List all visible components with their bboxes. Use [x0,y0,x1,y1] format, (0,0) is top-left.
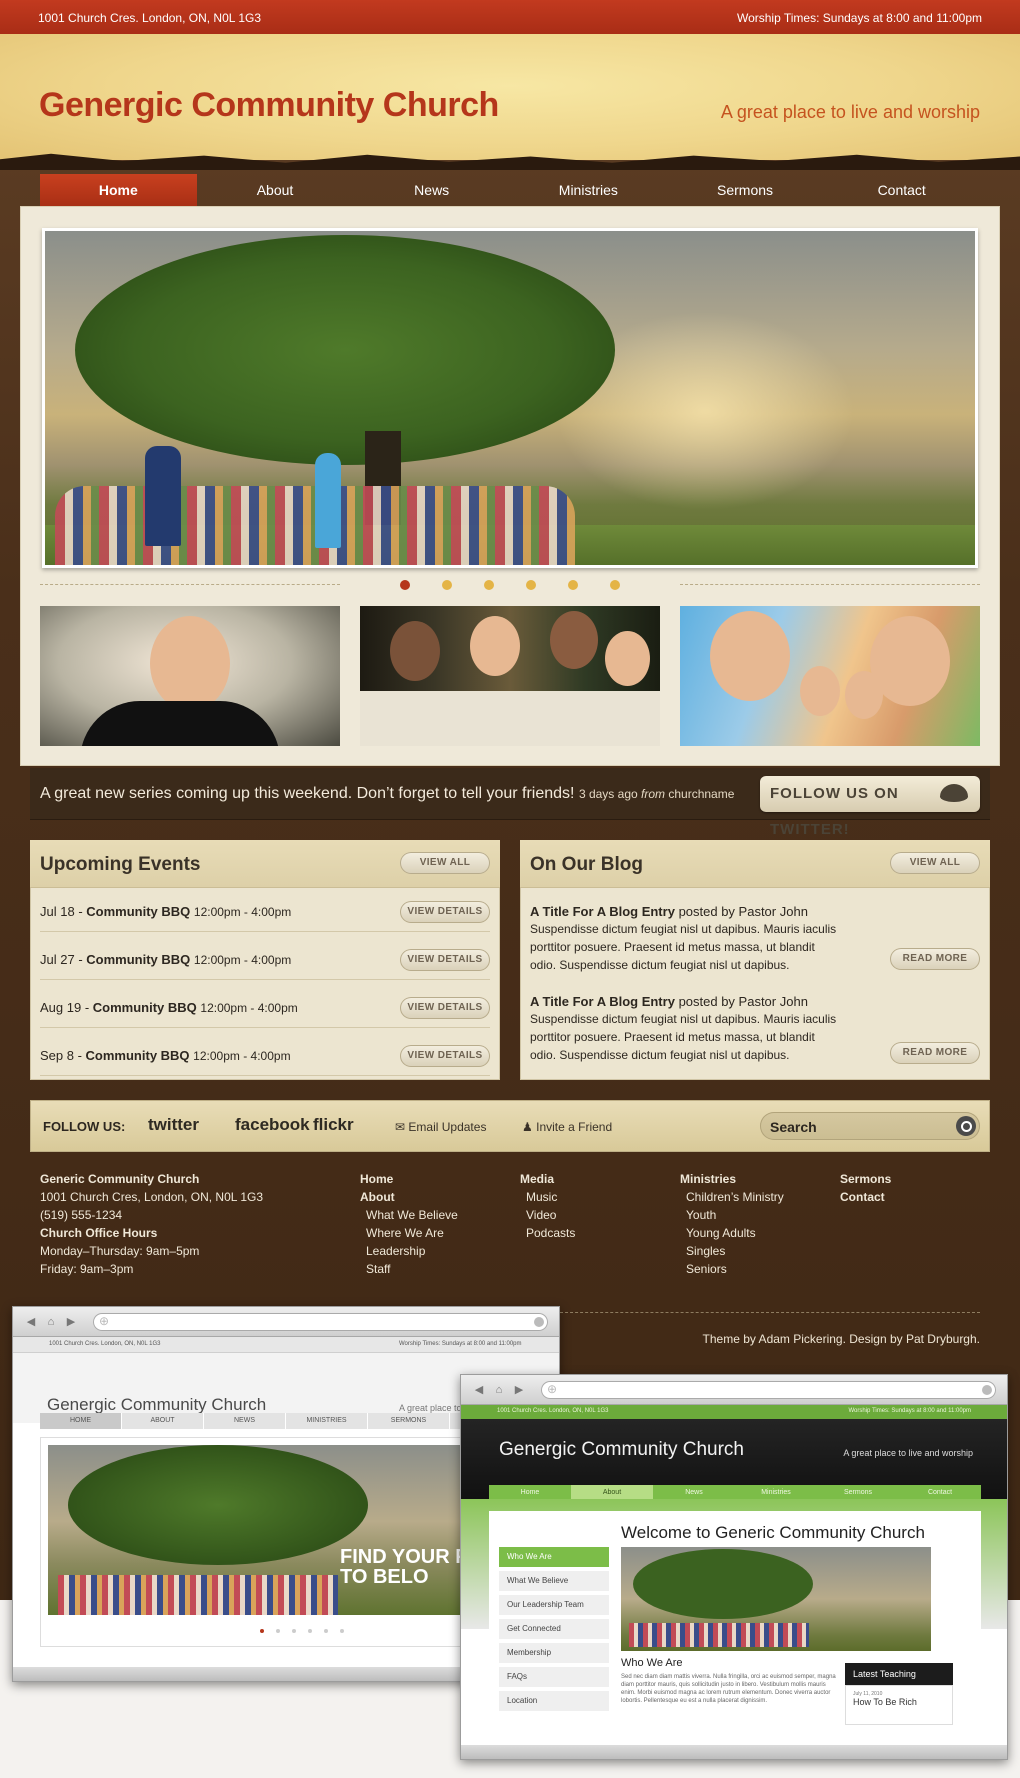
slider-dot[interactable] [484,580,494,590]
upcoming-events-box: Upcoming Events VIEW ALL Jul 18 - Commun… [30,840,500,1080]
back-icon[interactable]: ◀ [25,1316,37,1328]
mockup-hero [621,1547,931,1651]
thumbnail-kids[interactable] [680,606,980,746]
read-more-button[interactable]: READ MORE [890,1042,980,1064]
browser-toolbar: ◀ ⌂ ▶ [13,1307,559,1337]
footer-link[interactable]: Where We Are [360,1224,458,1242]
blog-entry-title[interactable]: A Title For A Blog Entry [530,994,675,1009]
footer-link[interactable]: Podcasts [520,1224,575,1242]
footer-link[interactable]: What We Believe [360,1206,458,1224]
footer-link-home[interactable]: Home [360,1172,393,1186]
site-tagline: A great place to live and worship [720,102,980,122]
search-input[interactable]: Search [760,1112,980,1140]
footer-link[interactable]: Young Adults [680,1224,784,1242]
footer-col-sermons: Sermons Contact [840,1170,891,1206]
main-nav: Home About News Ministries Sermons Conta… [40,174,980,206]
event-row: Jul 27 - Community BBQ 12:00pm - 4:00pm … [40,940,490,980]
blog-title: On Our Blog [530,854,643,875]
mockup-site-title: Genergic Community Church [47,1395,267,1414]
event-row: Jul 18 - Community BBQ 12:00pm - 4:00pm … [40,892,490,932]
slider-pagination [20,578,1000,592]
hero-slide-image[interactable] [42,228,978,568]
address-bar[interactable] [93,1313,548,1331]
site-title[interactable]: Genergic Community Church [39,86,499,125]
footer-link[interactable]: Children’s Ministry [680,1188,784,1206]
footer-link[interactable]: Staff [360,1260,458,1278]
back-icon[interactable]: ◀ [473,1384,485,1396]
footer-link-contact[interactable]: Contact [840,1190,885,1204]
address-bar[interactable] [541,1381,996,1399]
forward-icon[interactable]: ▶ [513,1384,525,1396]
follow-bar: FOLLOW US: twitter facebook flickr ✉ Ema… [30,1100,990,1152]
site-header: Genergic Community Church A great place … [0,34,1020,164]
facebook-link[interactable]: facebook [235,1115,310,1135]
thumbnail-men-talking[interactable] [360,606,660,746]
envelope-icon: ✉ [395,1120,406,1134]
footer-credit: Theme by Adam Pickering. Design by Pat D… [702,1332,980,1346]
follow-label: FOLLOW US: [43,1119,126,1134]
follow-twitter-button[interactable]: FOLLOW US ON TWITTER! [760,776,980,838]
nav-news[interactable]: News [353,174,510,206]
footer-link[interactable]: Seniors [680,1260,784,1278]
slider-dot[interactable] [400,580,410,590]
footer-link[interactable]: Video [520,1206,575,1224]
top-address: 1001 Church Cres. London, ON, N0L 1G3 [38,11,262,25]
tree-canopy [75,235,615,465]
flickr-link[interactable]: flickr [313,1115,354,1135]
footer-link-ministries[interactable]: Ministries [680,1172,736,1186]
view-details-button[interactable]: VIEW DETAILS [400,1045,490,1067]
read-more-button[interactable]: READ MORE [890,948,980,970]
footer-col-media: Media Music Video Podcasts [520,1170,575,1242]
latest-tweet-bar: A great new series coming up this weeken… [30,768,990,838]
nav-ministries[interactable]: Ministries [510,174,667,206]
footer-col-about: Home About What We Believe Where We Are … [360,1170,458,1278]
nav-sermons[interactable]: Sermons [667,174,824,206]
footer-link-sermons[interactable]: Sermons [840,1172,891,1186]
view-details-button[interactable]: VIEW DETAILS [400,901,490,923]
footer-link-about[interactable]: About [360,1190,395,1204]
slider-dot[interactable] [568,580,578,590]
browser-mockup-green: ◀ ⌂ ▶ 1001 Church Cres. London, ON, N0L … [460,1374,1008,1760]
footer-link[interactable]: Singles [680,1242,784,1260]
mockup-sidebar: Who We Are What We Believe Our Leadershi… [499,1547,609,1715]
tweet-source-link[interactable]: churchname [668,787,734,801]
footer-link[interactable]: Youth [680,1206,784,1224]
blog-box: On Our Blog VIEW ALL A Title For A Blog … [520,840,990,1080]
worship-times: Worship Times: Sundays at 8:00 and 11:00… [736,11,982,25]
nav-home[interactable]: Home [40,174,197,206]
footer-link[interactable]: Leadership [360,1242,458,1260]
event-row: Aug 19 - Community BBQ 12:00pm - 4:00pm … [40,988,490,1028]
twitter-link[interactable]: twitter [148,1115,199,1135]
invite-friend-link[interactable]: ♟ Invite a Friend [522,1120,612,1134]
view-details-button[interactable]: VIEW DETAILS [400,949,490,971]
blog-view-all-button[interactable]: VIEW ALL [890,852,980,874]
home-icon[interactable]: ⌂ [493,1384,505,1396]
email-updates-link[interactable]: ✉ Email Updates [395,1120,486,1134]
home-icon[interactable]: ⌂ [45,1316,57,1328]
slider-dot[interactable] [526,580,536,590]
slider-dot[interactable] [610,580,620,590]
twitter-bird-icon [940,784,968,802]
nav-about[interactable]: About [197,174,354,206]
footer-link[interactable]: Music [520,1188,575,1206]
view-details-button[interactable]: VIEW DETAILS [400,997,490,1019]
search-icon[interactable] [956,1116,976,1136]
slider-dot[interactable] [442,580,452,590]
footer-link-media[interactable]: Media [520,1172,554,1186]
footer-col-ministries: Ministries Children’s Ministry Youth You… [680,1170,784,1278]
browser-toolbar: ◀ ⌂ ▶ [461,1375,1007,1405]
events-title: Upcoming Events [40,854,201,875]
forward-icon[interactable]: ▶ [65,1316,77,1328]
events-view-all-button[interactable]: VIEW ALL [400,852,490,874]
people-icon: ♟ [522,1120,533,1134]
feature-panel [20,206,1000,766]
thumbnail-man-with-phone[interactable] [40,606,340,746]
footer-contact: Generic Community Church 1001 Church Cre… [40,1172,264,1276]
blog-entry-title[interactable]: A Title For A Blog Entry [530,904,675,919]
nav-contact[interactable]: Contact [823,174,980,206]
tweet-text: A great new series coming up this weeken… [40,785,735,802]
top-bar: 1001 Church Cres. London, ON, N0L 1G3 Wo… [0,0,1020,34]
event-row: Sep 8 - Community BBQ 12:00pm - 4:00pm V… [40,1036,490,1076]
mockup-site-title: Genergic Community Church [499,1439,744,1460]
